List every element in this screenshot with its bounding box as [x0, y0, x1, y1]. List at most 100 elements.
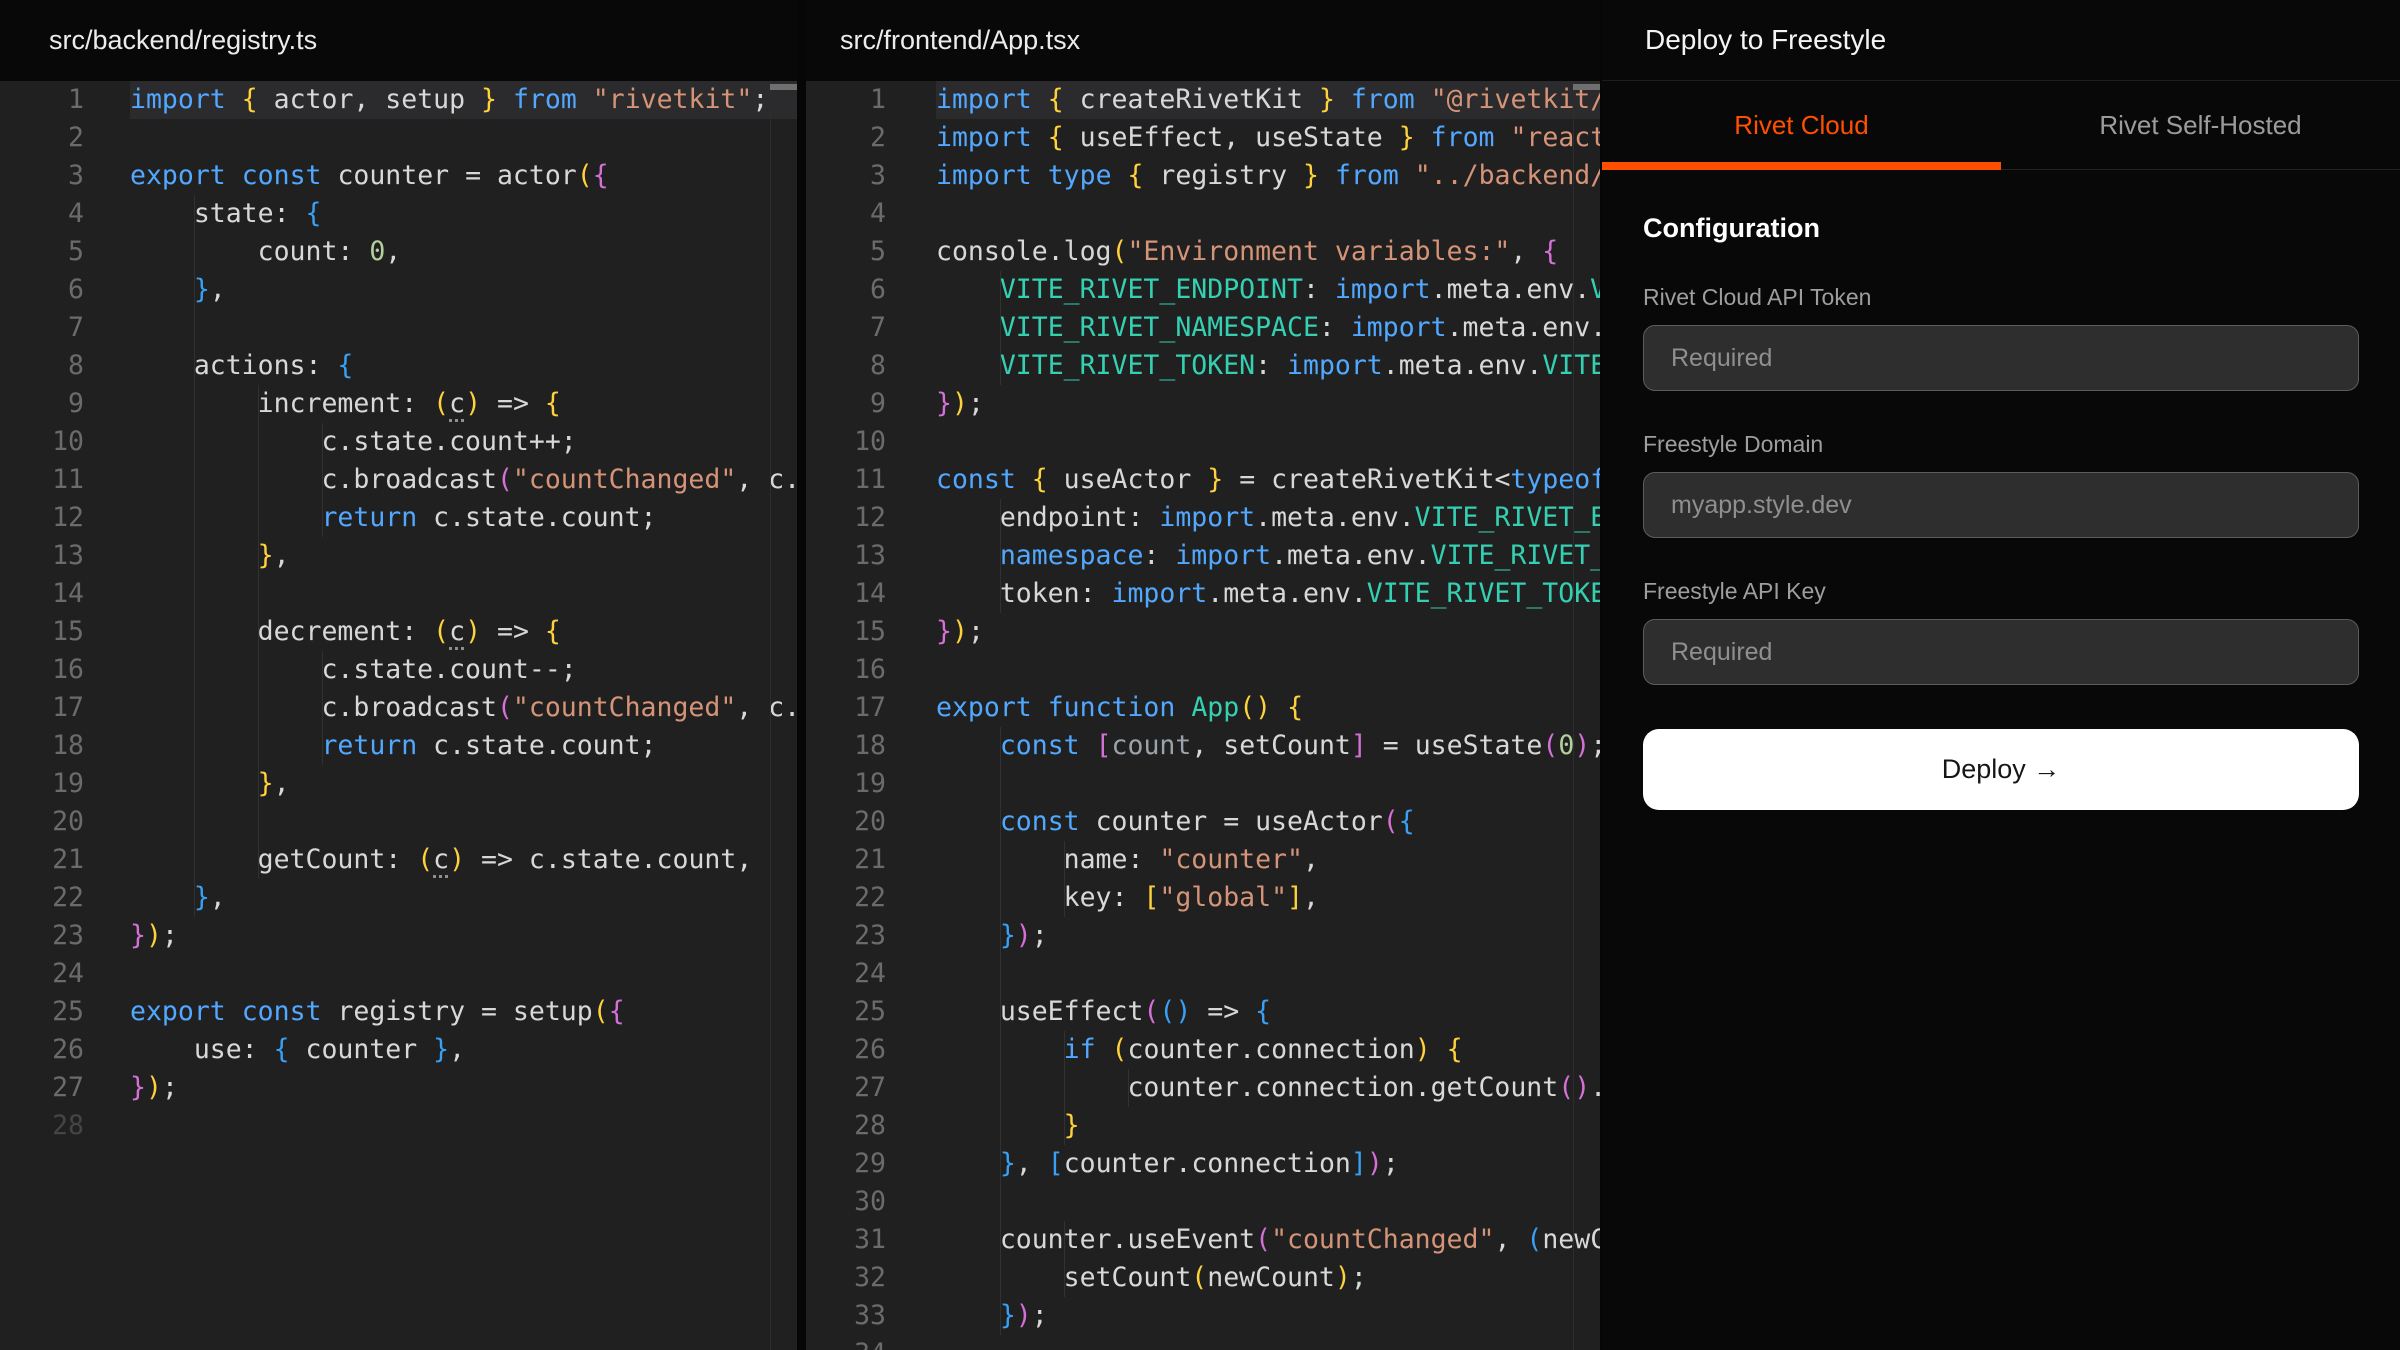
line-number: 24	[806, 955, 886, 993]
line-number: 25	[806, 993, 886, 1031]
code-line: const [count, setCount] = useState(0);	[936, 727, 1600, 765]
code-lines: import { createRivetKit } from "@rivetki…	[936, 81, 1600, 1350]
indent-guide	[1128, 1069, 1129, 1107]
line-number: 9	[806, 385, 886, 423]
line-number: 12	[0, 499, 84, 537]
app-window: src/backend/registry.ts 1234567891011121…	[0, 0, 2400, 1350]
line-number: 1	[806, 81, 886, 119]
code-area-app[interactable]: 1234567891011121314151617181920212223242…	[806, 81, 1600, 1350]
code-line: c.state.count++;	[130, 423, 797, 461]
line-number: 6	[0, 271, 84, 309]
line-number: 33	[806, 1297, 886, 1335]
code-line: VITE_RIVET_TOKEN: import.meta.env.VITE_R…	[936, 347, 1600, 385]
code-line	[130, 575, 797, 613]
code-line: getCount: (c) => c.state.count,	[130, 841, 797, 879]
code-line: actions: {	[130, 347, 797, 385]
tab-rivet-self-hosted[interactable]: Rivet Self-Hosted	[2001, 81, 2400, 169]
code-line	[936, 423, 1600, 461]
line-number: 10	[0, 423, 84, 461]
editor-panel-registry: src/backend/registry.ts 1234567891011121…	[0, 0, 797, 1350]
code-line: console.log("Environment variables:", {	[936, 233, 1600, 271]
line-number: 11	[0, 461, 84, 499]
indent-guide	[1000, 727, 1001, 1335]
code-line: });	[130, 1069, 797, 1107]
code-line: useEffect(() => {	[936, 993, 1600, 1031]
indent-guide	[1000, 271, 1001, 385]
code-line: });	[936, 385, 1600, 423]
line-number: 12	[806, 499, 886, 537]
line-number: 18	[806, 727, 886, 765]
code-line: export const counter = actor({	[130, 157, 797, 195]
code-line: setCount(newCount);	[936, 1259, 1600, 1297]
line-number: 14	[0, 575, 84, 613]
line-number: 16	[0, 651, 84, 689]
line-number: 13	[806, 537, 886, 575]
deploy-button[interactable]: Deploy →	[1643, 729, 2359, 810]
code-line: name: "counter",	[936, 841, 1600, 879]
scrollbar-track	[1573, 81, 1574, 1350]
line-number: 10	[806, 423, 886, 461]
line-number: 26	[806, 1031, 886, 1069]
code-area-registry[interactable]: 1234567891011121314151617181920212223242…	[0, 81, 797, 1350]
freestyle-api-key-input[interactable]	[1643, 619, 2359, 685]
code-line	[936, 1335, 1600, 1350]
line-number: 19	[0, 765, 84, 803]
line-number: 29	[806, 1145, 886, 1183]
code-line: },	[130, 537, 797, 575]
code-line	[130, 119, 797, 157]
code-line: const { useActor } = createRivetKit<type…	[936, 461, 1600, 499]
indent-guide	[1064, 841, 1065, 917]
deploy-panel-title: Deploy to Freestyle	[1602, 0, 2400, 81]
tab-rivet-cloud[interactable]: Rivet Cloud	[1602, 81, 2001, 169]
indent-guide	[1064, 1031, 1065, 1145]
line-number: 28	[0, 1107, 84, 1145]
code-line	[936, 651, 1600, 689]
freestyle-domain-label: Freestyle Domain	[1643, 431, 2359, 458]
code-line: });	[936, 917, 1600, 955]
code-lines: import { actor, setup } from "rivetkit";…	[130, 81, 797, 1145]
file-title-app: src/frontend/App.tsx	[806, 0, 1600, 81]
line-number: 27	[0, 1069, 84, 1107]
line-number: 21	[806, 841, 886, 879]
line-number: 26	[0, 1031, 84, 1069]
code-line: }	[936, 1107, 1600, 1145]
code-line: namespace: import.meta.env.VITE_RIVET_NA…	[936, 537, 1600, 575]
tab-label: Rivet Cloud	[1734, 110, 1868, 141]
line-number: 13	[0, 537, 84, 575]
code-line: });	[130, 917, 797, 955]
line-number: 32	[806, 1259, 886, 1297]
scrollbar-thumb[interactable]	[1573, 84, 1600, 90]
code-line	[936, 955, 1600, 993]
rivet-cloud-api-token-label: Rivet Cloud API Token	[1643, 284, 2359, 311]
code-line: c.broadcast("countChanged", c.state.coun…	[130, 689, 797, 727]
code-line: export const registry = setup({	[130, 993, 797, 1031]
code-line: c.broadcast("countChanged", c.state.coun…	[130, 461, 797, 499]
code-line: counter.useEvent("countChanged", (newCou…	[936, 1221, 1600, 1259]
code-line: },	[130, 271, 797, 309]
code-line	[130, 803, 797, 841]
line-number: 5	[806, 233, 886, 271]
rivet-cloud-api-token-input[interactable]	[1643, 325, 2359, 391]
line-number: 5	[0, 233, 84, 271]
line-number: 14	[806, 575, 886, 613]
code-line: count: 0,	[130, 233, 797, 271]
line-number: 4	[806, 195, 886, 233]
scrollbar-track	[770, 81, 771, 1350]
line-number: 22	[0, 879, 84, 917]
code-line	[130, 1107, 797, 1145]
freestyle-domain-input[interactable]	[1643, 472, 2359, 538]
line-number: 23	[806, 917, 886, 955]
code-line: });	[936, 1297, 1600, 1335]
scrollbar-thumb[interactable]	[770, 84, 797, 90]
line-number: 23	[0, 917, 84, 955]
line-number-gutter: 1234567891011121314151617181920212223242…	[806, 81, 886, 1350]
code-line: decrement: (c) => {	[130, 613, 797, 651]
code-line: token: import.meta.env.VITE_RIVET_TOKEN,	[936, 575, 1600, 613]
line-number: 22	[806, 879, 886, 917]
code-line: increment: (c) => {	[130, 385, 797, 423]
code-line	[130, 955, 797, 993]
code-line: state: {	[130, 195, 797, 233]
indent-guide	[322, 423, 323, 537]
deploy-tabs: Rivet Cloud Rivet Self-Hosted	[1602, 81, 2400, 170]
line-number: 17	[806, 689, 886, 727]
